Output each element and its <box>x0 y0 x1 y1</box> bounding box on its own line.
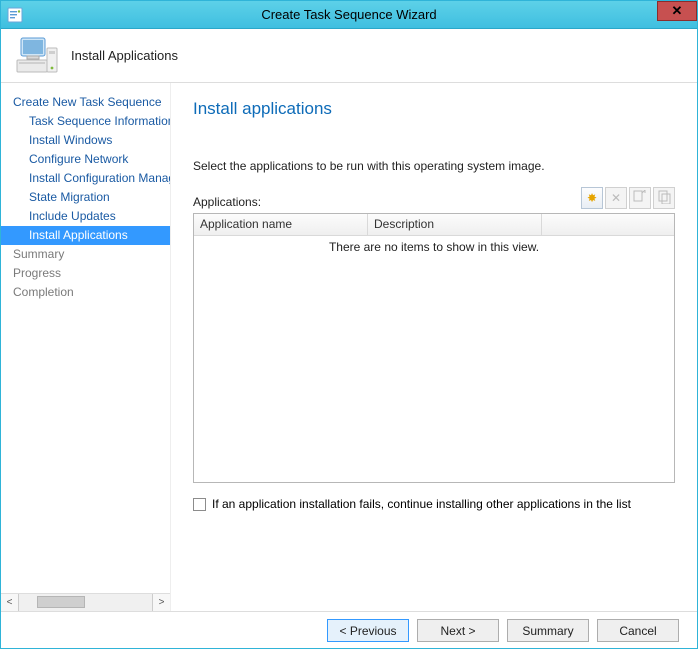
toolbar-delete-button[interactable]: ✕ <box>605 187 627 209</box>
scrollbar-right-arrow-icon[interactable]: > <box>152 594 170 611</box>
nav-configure-network[interactable]: Configure Network <box>1 150 170 169</box>
cancel-button[interactable]: Cancel <box>597 619 679 642</box>
nav-root[interactable]: Create New Task Sequence <box>1 93 170 112</box>
listview-empty-text: There are no items to show in this view. <box>194 236 674 254</box>
nav-summary[interactable]: Summary <box>1 245 170 264</box>
applications-label: Applications: <box>193 195 261 209</box>
close-button[interactable]: ✕ <box>657 1 697 21</box>
continue-on-fail-checkbox[interactable] <box>193 498 206 511</box>
wizard-nav: Create New Task Sequence Task Sequence I… <box>1 93 170 593</box>
nav-state-migration[interactable]: State Migration <box>1 188 170 207</box>
toolbar-properties-button[interactable] <box>629 187 651 209</box>
previous-button[interactable]: < Previous <box>327 619 409 642</box>
app-icon <box>7 7 23 23</box>
titlebar[interactable]: Create Task Sequence Wizard ✕ <box>1 1 697 29</box>
page-title: Install Applications <box>71 48 178 63</box>
nav-include-updates[interactable]: Include Updates <box>1 207 170 226</box>
scrollbar-left-arrow-icon[interactable]: < <box>1 594 19 611</box>
wizard-sidebar: Create New Task Sequence Task Sequence I… <box>1 83 171 611</box>
instruction-text: Select the applications to be run with t… <box>193 159 675 173</box>
wizard-header: Install Applications <box>1 29 697 83</box>
toolbar-new-button[interactable]: ✸ <box>581 187 603 209</box>
continue-on-fail-label: If an application installation fails, co… <box>212 497 631 511</box>
listview-header: Application name Description <box>194 214 674 236</box>
scrollbar-track[interactable] <box>19 594 152 611</box>
section-title: Install applications <box>193 99 675 119</box>
cleanup-icon <box>657 190 671 207</box>
nav-install-windows[interactable]: Install Windows <box>1 131 170 150</box>
close-icon: ✕ <box>672 3 683 19</box>
computer-icon <box>15 36 59 76</box>
nav-progress[interactable]: Progress <box>1 264 170 283</box>
nav-install-applications[interactable]: Install Applications <box>1 226 170 245</box>
scrollbar-thumb[interactable] <box>37 596 85 608</box>
applications-toolbar: ✸ ✕ <box>581 187 675 209</box>
next-button[interactable]: Next > <box>417 619 499 642</box>
col-header-description[interactable]: Description <box>368 214 542 235</box>
continue-on-fail-row[interactable]: If an application installation fails, co… <box>193 497 675 511</box>
summary-button[interactable]: Summary <box>507 619 589 642</box>
nav-task-sequence-info[interactable]: Task Sequence Information <box>1 112 170 131</box>
wizard-footer: < Previous Next > Summary Cancel <box>1 611 697 649</box>
properties-icon <box>633 190 647 207</box>
delete-x-icon: ✕ <box>611 191 621 205</box>
starburst-icon: ✸ <box>587 191 597 205</box>
applications-listview[interactable]: Application name Description There are n… <box>193 213 675 483</box>
window-title: Create Task Sequence Wizard <box>1 7 697 22</box>
wizard-main: Install applications Select the applicat… <box>171 83 697 611</box>
nav-install-cm[interactable]: Install Configuration Manager <box>1 169 170 188</box>
sidebar-hscrollbar[interactable]: < > <box>1 593 170 611</box>
toolbar-cleanup-button[interactable] <box>653 187 675 209</box>
nav-completion[interactable]: Completion <box>1 283 170 302</box>
col-header-spacer <box>542 214 674 235</box>
col-header-app-name[interactable]: Application name <box>194 214 368 235</box>
